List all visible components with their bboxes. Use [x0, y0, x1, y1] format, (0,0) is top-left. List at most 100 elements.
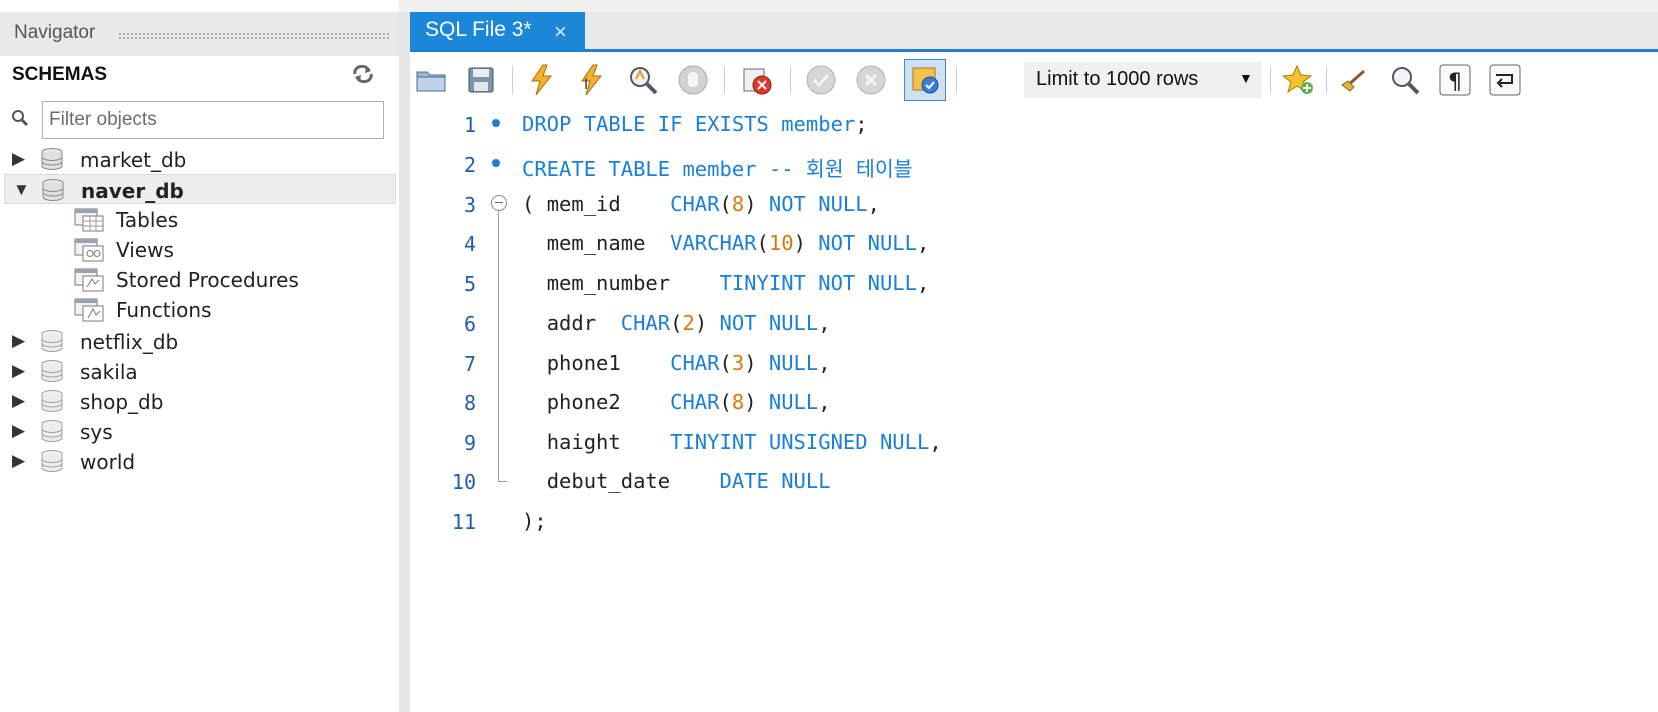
database-icon [40, 147, 64, 176]
toolbar-separator [512, 66, 513, 94]
line-number: 8 [463, 391, 476, 415]
schema-name: naver_db [81, 179, 184, 203]
fold-range-end [498, 481, 507, 482]
schema-name: shop_db [80, 390, 164, 414]
naver-db-functions[interactable]: Functions [74, 295, 394, 325]
database-icon [40, 329, 64, 358]
tables-label: Tables [116, 208, 179, 232]
database-icon [41, 178, 65, 207]
explain-icon[interactable] [626, 63, 660, 97]
code-line[interactable]: phone2 CHAR(8) NULL, [522, 390, 831, 414]
search-icon [11, 109, 29, 132]
code-line[interactable]: ); [522, 509, 547, 533]
naver-db-stored-procedures[interactable]: Stored Procedures [74, 265, 394, 295]
window-top-strip [399, 0, 1658, 12]
line-number: 5 [463, 272, 476, 296]
line-number: 7 [463, 352, 476, 376]
expand-arrow-icon[interactable]: ▶ [12, 332, 25, 350]
autocommit-icon [912, 67, 939, 94]
open-folder-icon[interactable] [414, 63, 448, 97]
fold-collapse-icon[interactable] [491, 195, 507, 211]
views-label: Views [116, 238, 174, 262]
rollback-icon[interactable] [854, 63, 888, 97]
toolbar-separator [956, 66, 957, 94]
code-line[interactable]: phone1 CHAR(3) NULL, [522, 351, 831, 375]
line-number: 9 [463, 431, 476, 455]
navigator-panel: Navigator SCHEMAS ▶ market_db ▼ naver_db… [0, 12, 410, 712]
expand-arrow-icon[interactable]: ▶ [12, 150, 25, 168]
toolbar-separator [790, 66, 791, 94]
stored-procedures-folder-icon [74, 268, 104, 297]
schema-name: sakila [80, 360, 138, 384]
fold-range-line [498, 211, 499, 481]
find-icon[interactable] [1388, 63, 1422, 97]
expand-arrow-icon[interactable]: ▶ [12, 452, 25, 470]
toolbar-separator [1270, 66, 1271, 94]
save-icon[interactable] [464, 63, 498, 97]
code-line[interactable]: CREATE TABLE member -- 회원 테이블 [522, 152, 913, 182]
invisible-chars-icon[interactable]: ¶ [1438, 63, 1472, 97]
code-line[interactable]: haight TINYINT UNSIGNED NULL, [522, 430, 942, 454]
database-icon [40, 359, 64, 388]
panel-drag-grip[interactable] [118, 32, 390, 39]
expand-arrow-icon[interactable]: ▶ [12, 392, 25, 410]
code-line[interactable]: DROP TABLE IF EXISTS member; [522, 112, 868, 136]
statement-marker-icon [492, 159, 500, 167]
filter-objects-input[interactable] [42, 101, 384, 139]
code-line[interactable]: ( mem_id CHAR(8) NOT NULL, [522, 192, 880, 216]
stop-icon[interactable] [676, 63, 710, 97]
navigator-header: Navigator [0, 12, 399, 56]
functions-label: Functions [116, 298, 212, 322]
line-number: 2 [463, 153, 476, 177]
execute-current-icon[interactable]: I [574, 63, 608, 97]
svg-text:¶: ¶ [1448, 70, 1462, 95]
dropdown-arrow-icon[interactable]: ▼ [1239, 70, 1253, 86]
tab-sql-file-3[interactable]: SQL File 3* × [410, 12, 585, 50]
schema-naver-db[interactable]: ▼ naver_db [4, 174, 396, 204]
code-line[interactable]: mem_name VARCHAR(10) NOT NULL, [522, 231, 930, 255]
sql-editor[interactable]: 1 2 3 4 5 6 7 8 9 10 11 DROP TABLE IF EX… [410, 108, 1658, 712]
collapse-arrow-icon[interactable]: ▼ [13, 181, 30, 199]
panel-splitter[interactable] [399, 12, 410, 712]
code-line[interactable]: mem_number TINYINT NOT NULL, [522, 271, 930, 295]
expand-arrow-icon[interactable]: ▶ [12, 362, 25, 380]
schema-shop-db[interactable]: ▶ shop_db [4, 386, 396, 416]
schemas-label: SCHEMAS [12, 64, 108, 85]
database-icon [40, 449, 64, 478]
svg-text:I: I [584, 77, 588, 93]
navigator-title: Navigator [14, 22, 96, 43]
close-icon[interactable]: × [554, 19, 567, 45]
schema-market-db[interactable]: ▶ market_db [4, 144, 396, 174]
line-number: 11 [451, 510, 476, 534]
tab-label: SQL File 3* [425, 18, 532, 41]
beautify-icon[interactable] [1338, 63, 1372, 97]
commit-icon[interactable] [804, 63, 838, 97]
toggle-error-stop-icon[interactable] [740, 63, 774, 97]
code-line[interactable]: debut_date DATE NULL [522, 469, 831, 493]
limit-rows-select[interactable]: Limit to 1000 rows ▼ [1024, 62, 1262, 98]
refresh-icon[interactable] [352, 64, 374, 88]
schema-sakila[interactable]: ▶ sakila [4, 356, 396, 386]
views-folder-icon [74, 238, 104, 267]
sql-editor-toolbar: I Limit to 1000 rows ▼ ¶ [410, 52, 1658, 108]
schema-sys[interactable]: ▶ sys [4, 416, 396, 446]
limit-rows-label: Limit to 1000 rows [1036, 68, 1199, 90]
schema-name: world [80, 450, 136, 474]
wrap-lines-icon[interactable] [1488, 63, 1522, 97]
expand-arrow-icon[interactable]: ▶ [12, 422, 25, 440]
autocommit-toggle-button[interactable] [904, 59, 946, 101]
toolbar-separator [724, 66, 725, 94]
add-snippet-icon[interactable] [1281, 63, 1316, 97]
statement-marker-icon [492, 119, 500, 127]
schema-name: sys [80, 420, 113, 444]
database-icon [40, 389, 64, 418]
code-line[interactable]: addr CHAR(2) NOT NULL, [522, 311, 831, 335]
schema-netflix-db[interactable]: ▶ netflix_db [4, 326, 396, 356]
schema-world[interactable]: ▶ world [4, 446, 396, 476]
toolbar-separator [1326, 66, 1327, 94]
database-icon [40, 419, 64, 448]
naver-db-tables[interactable]: Tables [74, 205, 394, 235]
naver-db-views[interactable]: Views [74, 235, 394, 265]
execute-icon[interactable] [524, 63, 558, 97]
schema-name: market_db [80, 148, 187, 172]
